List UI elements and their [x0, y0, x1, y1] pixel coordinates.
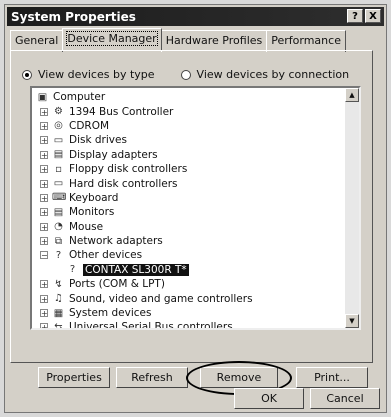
refresh-button[interactable]: Refresh [116, 367, 188, 388]
view-by-connection-label: View devices by connection [196, 68, 350, 81]
tree-item-label: Universal Serial Bus controllers [69, 321, 233, 330]
tree-item-selected[interactable]: ? CONTAX SL300R T* [32, 263, 347, 277]
tree-item-label: 1394 Bus Controller [69, 105, 174, 118]
tab-strip: General Device Manager Hardware Profiles… [10, 28, 346, 52]
tree-item[interactable]: ▣ Computer [32, 90, 347, 104]
help-button[interactable]: ? [347, 9, 363, 23]
tree-item[interactable]: + ⧉ Network adapters [32, 234, 347, 248]
tree-item[interactable]: + ⚙ 1394 Bus Controller [32, 104, 347, 118]
tree-item-label: CONTAX SL300R T* [83, 263, 189, 276]
expand-toggle-icon[interactable]: + [40, 280, 48, 289]
tree-item-label: Display adapters [69, 148, 158, 161]
tab-hardware-profiles-label: Hardware Profiles [165, 34, 263, 47]
view-by-type-radio[interactable]: View devices by type [22, 68, 155, 81]
tree-item-label: Floppy disk controllers [69, 163, 188, 176]
tree-item-label: Network adapters [69, 235, 163, 248]
tab-device-manager-label: Device Manager [66, 31, 158, 46]
ok-button[interactable]: OK [234, 388, 304, 409]
tab-performance[interactable]: Performance [266, 30, 346, 52]
expand-toggle-icon[interactable]: + [40, 294, 48, 303]
title-bar[interactable]: System Properties ? X [7, 7, 384, 26]
tree-item[interactable]: + ⌨ Keyboard [32, 191, 347, 205]
bus-icon: ⚙ [54, 106, 63, 118]
expand-toggle-icon[interactable]: + [40, 237, 48, 246]
view-by-type-label: View devices by type [38, 68, 155, 81]
tree-item[interactable]: + ⇆ Universal Serial Bus controllers [32, 320, 347, 330]
cancel-button[interactable]: Cancel [310, 388, 380, 409]
expand-toggle-icon[interactable]: + [40, 165, 48, 174]
tab-performance-label: Performance [271, 34, 341, 47]
tree-item[interactable]: + ↯ Ports (COM & LPT) [32, 277, 347, 291]
tree-item[interactable]: + ▭ Hard disk controllers [32, 176, 347, 190]
title-buttons: ? X [347, 9, 381, 23]
tab-general-label: General [15, 34, 59, 47]
tree-item[interactable]: −? Other devices [32, 248, 347, 262]
system-icon: ▦ [53, 307, 64, 319]
tree-item[interactable]: + ◎ CDROM [32, 119, 347, 133]
tree-item[interactable]: + ◔ Mouse [32, 220, 347, 234]
tree-item[interactable]: + ▫ Floppy disk controllers [32, 162, 347, 176]
tree-item-label: Ports (COM & LPT) [69, 278, 165, 291]
tree-item-label: Sound, video and game controllers [69, 292, 253, 305]
close-button[interactable]: X [365, 9, 381, 23]
scroll-down-icon[interactable]: ▼ [345, 314, 359, 328]
cdrom-icon: ◎ [54, 120, 63, 132]
properties-button[interactable]: Properties [38, 367, 110, 388]
view-options: View devices by type View devices by con… [22, 68, 349, 81]
expand-toggle-icon[interactable]: + [40, 323, 48, 328]
expand-toggle-icon[interactable]: − [40, 251, 48, 260]
expand-toggle-icon[interactable]: + [40, 208, 48, 217]
tree-item-label: Keyboard [69, 191, 119, 204]
tree-item-label: Computer [53, 91, 106, 104]
expand-toggle-icon[interactable]: + [40, 193, 48, 202]
computer-icon: ▣ [37, 91, 48, 103]
keyboard-icon: ⌨ [52, 192, 67, 204]
tree-item[interactable]: + ▦ System devices [32, 306, 347, 320]
monitor-icon: ▤ [53, 206, 64, 218]
display-icon: ▤ [53, 149, 64, 161]
tree-item[interactable]: + ▤ Display adapters [32, 148, 347, 162]
tab-device-manager[interactable]: Device Manager [62, 28, 162, 50]
expand-toggle-icon[interactable]: + [40, 136, 48, 145]
expand-toggle-icon[interactable]: + [40, 309, 48, 318]
tree-item-label: CDROM [69, 119, 110, 132]
question-icon: ? [55, 249, 62, 261]
expand-toggle-icon[interactable]: + [40, 107, 48, 116]
tree-item[interactable]: + ▤ Monitors [32, 205, 347, 219]
radio-unselected-icon [180, 69, 191, 80]
tree-item[interactable]: + ♫ Sound, video and game controllers [32, 291, 347, 305]
tree-item-label: Other devices [69, 249, 143, 262]
vertical-scrollbar[interactable]: ▲ ▼ [345, 88, 359, 328]
tree-item[interactable]: + ▭ Disk drives [32, 133, 347, 147]
device-tree[interactable]: ▣ Computer + ⚙ 1394 Bus Controller + ◎ CDROM + ▭ D… [30, 86, 361, 330]
ports-icon: ↯ [54, 278, 63, 290]
usb-icon: ⇆ [54, 321, 63, 330]
tree-item-label: System devices [69, 307, 152, 320]
disk-icon: ▭ [53, 134, 64, 146]
view-by-connection-radio[interactable]: View devices by connection [180, 68, 350, 81]
tab-hardware-profiles[interactable]: Hardware Profiles [160, 30, 268, 52]
sound-icon: ♫ [54, 293, 63, 305]
print-button[interactable]: Print... [296, 367, 368, 388]
tree-item-label: Hard disk controllers [69, 177, 178, 190]
question-icon: ? [69, 264, 76, 276]
expand-toggle-icon[interactable]: + [40, 179, 48, 188]
mouse-icon: ◔ [54, 221, 63, 233]
expand-toggle-icon[interactable]: + [40, 222, 48, 231]
window-title: System Properties [11, 9, 136, 24]
harddisk-icon: ▭ [53, 178, 64, 190]
device-tree-rows: ▣ Computer + ⚙ 1394 Bus Controller + ◎ CDROM + ▭ D… [32, 90, 347, 330]
radio-selected-icon [22, 69, 32, 80]
tree-item-label: Disk drives [69, 134, 127, 147]
network-icon: ⧉ [54, 235, 63, 247]
expand-toggle-icon[interactable]: + [40, 121, 48, 130]
scroll-up-icon[interactable]: ▲ [345, 88, 359, 102]
floppy-icon: ▫ [55, 163, 62, 175]
expand-toggle-icon[interactable]: + [40, 150, 48, 159]
tab-general[interactable]: General [10, 30, 64, 52]
tree-item-label: Monitors [69, 206, 115, 219]
tree-item-label: Mouse [69, 220, 104, 233]
